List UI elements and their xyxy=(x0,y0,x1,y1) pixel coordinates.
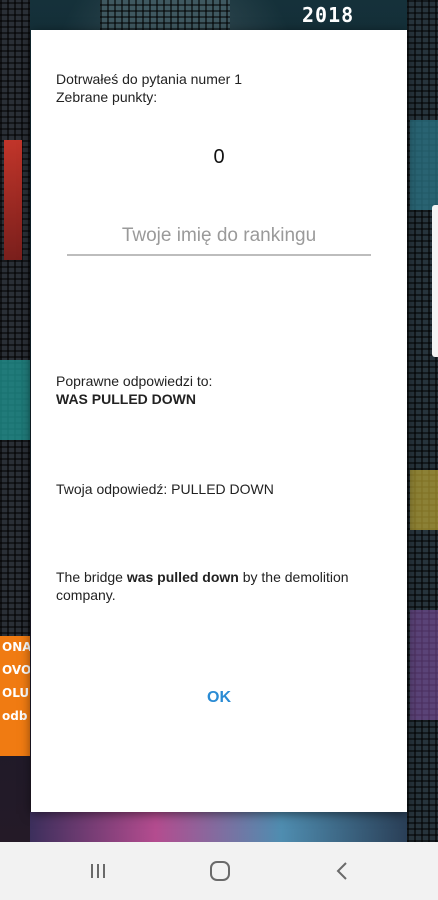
points-label: Zebrane punkty: xyxy=(56,89,158,105)
home-button[interactable] xyxy=(200,856,240,886)
navigation-bar xyxy=(0,842,438,900)
recent-apps-button[interactable] xyxy=(78,856,118,886)
teal-lights xyxy=(0,360,30,440)
sign-2018: 2018 xyxy=(302,3,355,27)
billboard-line: odb xyxy=(2,709,28,723)
building-left xyxy=(0,0,30,640)
billboard-line: ONA xyxy=(2,640,30,654)
back-button[interactable] xyxy=(322,856,362,886)
correct-answer-label: Poprawne odpowiedzi to: xyxy=(56,373,213,389)
right-yellow-lights xyxy=(410,470,438,530)
correct-answer-value: WAS PULLED DOWN xyxy=(56,391,196,407)
billboard: ONA OVO OLU odb xyxy=(0,636,30,756)
red-lights xyxy=(4,140,22,260)
sentence-highlight: was pulled down xyxy=(126,569,239,585)
edge-scroll-handle[interactable] xyxy=(432,205,438,357)
back-icon xyxy=(336,862,347,880)
recent-apps-icon xyxy=(91,864,105,878)
reached-question-text: Dotrwałeś do pytania numer 1 xyxy=(56,71,242,87)
score-value: 0 xyxy=(213,146,225,168)
street-glow xyxy=(30,812,407,842)
ranking-name-input[interactable] xyxy=(67,218,371,256)
billboard-line: OLU xyxy=(2,686,30,700)
home-icon xyxy=(210,861,230,881)
right-blue-lights xyxy=(410,120,438,210)
result-dialog: Dotrwałeś do pytania numer 1 Zebrane pun… xyxy=(31,30,407,812)
right-purple-lights xyxy=(410,610,438,720)
example-sentence: The bridge was pulled down by the demoli… xyxy=(56,568,386,604)
your-answer-text: Twoja odpowiedź: PULLED DOWN xyxy=(56,481,274,497)
sentence-start: The bridge xyxy=(56,569,127,585)
billboard-line: OVO xyxy=(2,663,30,677)
building-top xyxy=(100,0,230,30)
ok-button[interactable]: OK xyxy=(181,680,257,716)
